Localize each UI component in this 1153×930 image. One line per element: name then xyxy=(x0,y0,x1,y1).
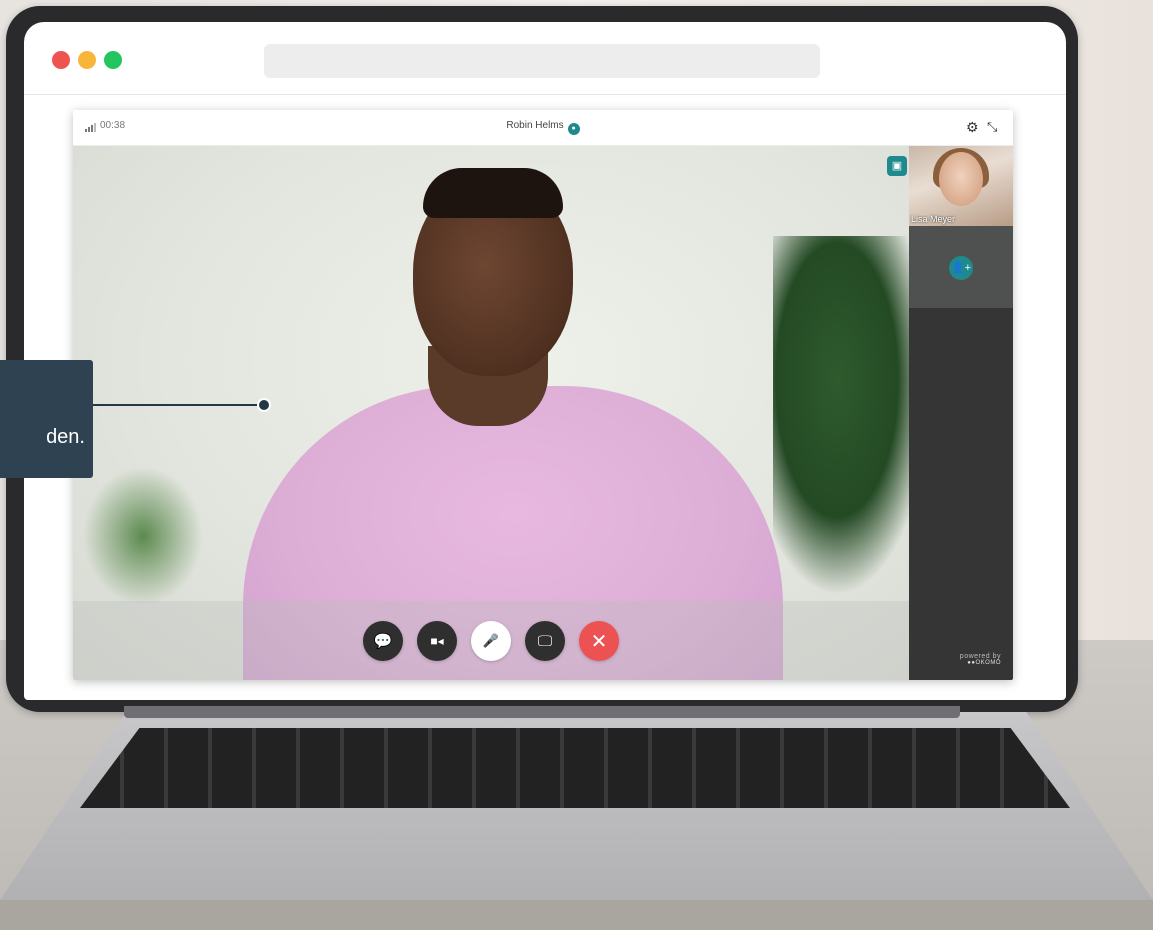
participant-name: Lisa Meyer xyxy=(911,214,956,224)
callout-dot xyxy=(257,398,271,412)
settings-icon[interactable]: ⚙ xyxy=(966,119,979,136)
toolbar-divider xyxy=(24,94,1066,95)
camera-button[interactable]: ■◂ xyxy=(417,621,457,661)
laptop-hinge xyxy=(124,706,960,718)
laptop-lid: 00:38 Robin Helms ● ⚙ ⤡ 💬 ■◂ 🎤 🖵 ✕ Lisa … xyxy=(6,6,1078,712)
camera-icon: ■◂ xyxy=(430,634,444,648)
screen-share-button[interactable]: 🖵 xyxy=(525,621,565,661)
caller-info-icon[interactable]: ● xyxy=(567,123,580,135)
window-controls xyxy=(52,51,122,69)
chat-icon: 💬 xyxy=(373,633,393,650)
callout-tooltip: den. xyxy=(0,360,93,478)
powered-by: powered by ●●OKOMO xyxy=(959,653,1001,666)
contact-icon[interactable]: ▣ xyxy=(887,156,907,176)
caller-title: Robin Helms ● xyxy=(73,120,1013,135)
call-controls: 💬 ■◂ 🎤 🖵 ✕ xyxy=(363,621,619,661)
microphone-icon: 🎤 xyxy=(482,633,500,648)
caller-hair xyxy=(423,168,563,218)
maximize-window-button[interactable] xyxy=(104,51,122,69)
call-header: 00:38 Robin Helms ● ⚙ ⤡ xyxy=(73,110,1013,146)
caller-name: Robin Helms xyxy=(506,120,564,131)
participant-face xyxy=(939,152,983,206)
address-bar[interactable] xyxy=(264,44,820,78)
minimize-window-button[interactable] xyxy=(78,51,96,69)
desk-shadow xyxy=(0,900,1153,930)
end-call-button[interactable]: ✕ xyxy=(579,621,619,661)
close-icon: ✕ xyxy=(590,630,608,653)
chat-button[interactable]: 💬 xyxy=(363,621,403,661)
callout-connector xyxy=(73,404,263,406)
microphone-button[interactable]: 🎤 xyxy=(471,621,511,661)
laptop-screen: 00:38 Robin Helms ● ⚙ ⤡ 💬 ■◂ 🎤 🖵 ✕ Lisa … xyxy=(24,22,1066,700)
callout-text: den. xyxy=(46,426,85,448)
add-participant-icon[interactable]: 👤+ xyxy=(949,256,973,280)
main-video: 💬 ■◂ 🎤 🖵 ✕ xyxy=(73,146,909,680)
participants-sidebar: Lisa Meyer 👤+ powered by ●●OKOMO xyxy=(909,146,1013,680)
close-window-button[interactable] xyxy=(52,51,70,69)
screen-share-icon: 🖵 xyxy=(537,632,553,650)
add-participant-area: 👤+ xyxy=(909,226,1013,308)
keyboard xyxy=(80,728,1070,808)
plant-background xyxy=(773,236,909,596)
participant-thumbnail[interactable]: Lisa Meyer xyxy=(909,146,1013,226)
video-call-app: 00:38 Robin Helms ● ⚙ ⤡ 💬 ■◂ 🎤 🖵 ✕ Lisa … xyxy=(73,110,1013,680)
minimize-icon[interactable]: ⤡ xyxy=(987,119,997,135)
brand-logo: ●●OKOMO xyxy=(967,660,1001,666)
plant-background-left xyxy=(83,466,203,606)
